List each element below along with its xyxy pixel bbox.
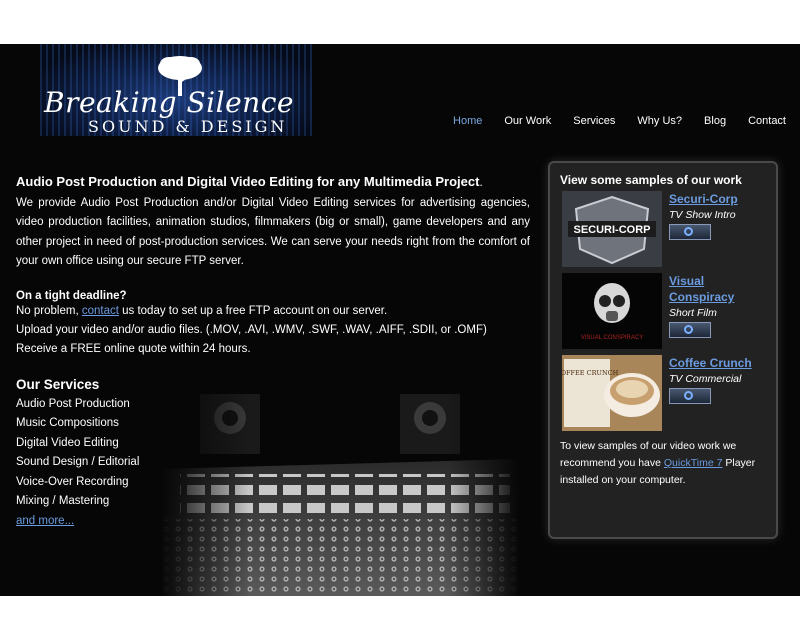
play-quicktime-button[interactable] <box>669 388 711 404</box>
more-services-link[interactable]: and more... <box>16 515 74 527</box>
nav-our-work[interactable]: Our Work <box>504 115 551 127</box>
services-list: Audio Post Production Music Compositions… <box>16 395 530 532</box>
quicktime-note: To view samples of our video work we rec… <box>560 438 770 489</box>
visual-conspiracy-thumbnail[interactable]: VISUAL CONSPIRACY <box>562 273 662 349</box>
page: Breaking Silence SOUND & DESIGN Home Our… <box>0 44 800 596</box>
quicktime-link[interactable]: QuickTime 7 <box>664 457 723 469</box>
nav-contact[interactable]: Contact <box>748 115 786 127</box>
contact-link[interactable]: contact <box>82 305 119 317</box>
service-item: Mixing / Mastering <box>16 495 110 507</box>
deadline-line3: Receive a FREE online quote within 24 ho… <box>16 342 251 355</box>
nav-home[interactable]: Home <box>453 115 482 127</box>
sample-type: Short Film <box>669 307 717 319</box>
securi-corp-thumbnail[interactable]: SECURI-CORP <box>562 191 662 267</box>
visual-conspiracy-thumb-text: VISUAL CONSPIRACY <box>581 335 643 341</box>
nav-why-us[interactable]: Why Us? <box>637 115 682 127</box>
main-content: Audio Post Production and Digital Video … <box>16 172 530 531</box>
deadline-heading: On a tight deadline? <box>16 289 127 302</box>
sample-item-coffee-crunch: COFFEE CRUNCH Coffee Crunch TV Commercia… <box>562 355 772 431</box>
coffee-crunch-thumbnail[interactable]: COFFEE CRUNCH <box>562 355 662 431</box>
sample-item-securi-corp: SECURI-CORP Securi-Corp TV Show Intro <box>562 191 772 267</box>
sample-title-coffee-crunch[interactable]: Coffee Crunch <box>669 355 769 371</box>
service-item: Voice-Over Recording <box>16 475 129 488</box>
quicktime-icon <box>684 391 693 400</box>
main-nav: Home Our Work Services Why Us? Blog Cont… <box>431 115 786 127</box>
service-item: Digital Video Editing <box>16 436 119 449</box>
intro-headline-end: . <box>479 177 483 189</box>
service-item: Sound Design / Editorial <box>16 456 140 468</box>
quicktime-icon <box>684 227 693 236</box>
sample-type: TV Commercial <box>669 373 742 385</box>
samples-panel: View some samples of our work SECURI-COR… <box>548 161 778 539</box>
nav-services[interactable]: Services <box>573 115 615 127</box>
service-item: Audio Post Production <box>16 397 130 410</box>
logo-wordmark: Breaking Silence <box>44 86 294 119</box>
sample-title-visual-conspiracy[interactable]: Visual Conspiracy <box>669 273 769 305</box>
sample-item-visual-conspiracy: VISUAL CONSPIRACY Visual Conspiracy Shor… <box>562 273 772 349</box>
deadline-line1-suffix: us today to set up a free FTP account on… <box>118 304 388 317</box>
intro-text: Audio Post Production and Digital Video … <box>16 172 530 272</box>
logo-tagline: SOUND & DESIGN <box>88 117 288 136</box>
securi-corp-thumb-text: SECURI-CORP <box>573 224 650 236</box>
intro-body: We provide Audio Post Production and/or … <box>16 196 530 268</box>
play-quicktime-button[interactable] <box>669 224 711 240</box>
sample-type: TV Show Intro <box>669 209 736 221</box>
coffee-crunch-thumb-text: COFFEE CRUNCH <box>562 369 619 377</box>
deadline-text: No problem, contact us today to set up a… <box>16 302 530 359</box>
deadline-line1-prefix: No problem, <box>16 304 82 317</box>
services-heading: Our Services <box>16 376 100 392</box>
service-item: Music Compositions <box>16 417 119 429</box>
quicktime-icon <box>684 325 693 334</box>
intro-headline: Audio Post Production and Digital Video … <box>16 174 480 189</box>
nav-blog[interactable]: Blog <box>704 115 726 127</box>
samples-title: View some samples of our work <box>560 173 742 187</box>
sample-title-securi-corp[interactable]: Securi-Corp <box>669 191 769 207</box>
play-quicktime-button[interactable] <box>669 322 711 338</box>
deadline-line2: Upload your video and/or audio files. (.… <box>16 323 487 336</box>
